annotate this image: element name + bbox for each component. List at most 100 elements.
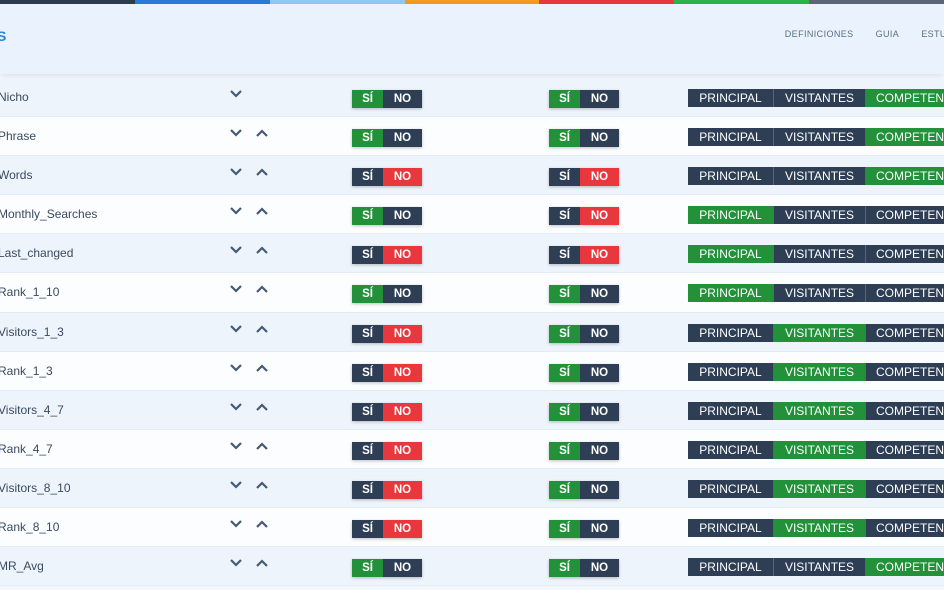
si-button[interactable]: SÍ xyxy=(549,324,580,343)
si-button[interactable]: SÍ xyxy=(352,324,383,343)
principal-button[interactable]: PRINCIPAL xyxy=(688,519,774,538)
principal-button[interactable]: PRINCIPAL xyxy=(688,245,774,264)
si-button[interactable]: SÍ xyxy=(549,363,580,382)
chevron-down-icon[interactable] xyxy=(229,87,243,101)
chevron-up-icon[interactable] xyxy=(255,204,269,218)
visitantes-button[interactable]: VISITANTES xyxy=(774,323,866,342)
si-button[interactable]: SÍ xyxy=(549,520,580,539)
no-button[interactable]: NO xyxy=(580,402,619,421)
no-button[interactable]: NO xyxy=(383,559,422,578)
chevron-up-icon[interactable] xyxy=(255,361,269,375)
no-button[interactable]: NO xyxy=(580,520,619,539)
no-button[interactable]: NO xyxy=(580,207,619,226)
chevron-down-icon[interactable] xyxy=(229,400,243,414)
no-button[interactable]: NO xyxy=(383,246,422,265)
chevron-up-icon[interactable] xyxy=(255,556,269,570)
visitantes-button[interactable]: VISITANTES xyxy=(774,245,866,264)
chevron-down-icon[interactable] xyxy=(229,165,243,179)
no-button[interactable]: NO xyxy=(580,559,619,578)
visitantes-button[interactable]: VISITANTES xyxy=(774,479,866,498)
nav-estudio[interactable]: ESTUDIO xyxy=(921,29,944,39)
chevron-up-icon[interactable] xyxy=(255,439,269,453)
principal-button[interactable]: PRINCIPAL xyxy=(688,167,774,186)
visitantes-button[interactable]: VISITANTES xyxy=(774,558,866,577)
competencia-button[interactable]: COMPETEN xyxy=(866,519,944,538)
chevron-down-icon[interactable] xyxy=(229,517,243,531)
chevron-down-icon[interactable] xyxy=(229,439,243,453)
no-button[interactable]: NO xyxy=(580,129,619,148)
visitantes-button[interactable]: VISITANTES xyxy=(774,128,866,147)
si-button[interactable]: SÍ xyxy=(549,559,580,578)
chevron-down-icon[interactable] xyxy=(229,126,243,140)
si-button[interactable]: SÍ xyxy=(549,129,580,148)
no-button[interactable]: NO xyxy=(383,363,422,382)
no-button[interactable]: NO xyxy=(383,480,422,499)
competencia-button[interactable]: COMPETEN xyxy=(866,245,944,264)
visitantes-button[interactable]: VISITANTES xyxy=(774,167,866,186)
si-button[interactable]: SÍ xyxy=(352,520,383,539)
principal-button[interactable]: PRINCIPAL xyxy=(688,206,774,225)
si-button[interactable]: SÍ xyxy=(549,480,580,499)
no-button[interactable]: NO xyxy=(580,441,619,460)
chevron-down-icon[interactable] xyxy=(229,243,243,257)
nav-definiciones[interactable]: DEFINICIONES xyxy=(785,29,854,39)
principal-button[interactable]: PRINCIPAL xyxy=(688,284,774,303)
si-button[interactable]: SÍ xyxy=(549,90,580,108)
chevron-up-icon[interactable] xyxy=(255,322,269,336)
chevron-up-icon[interactable] xyxy=(255,126,269,140)
visitantes-button[interactable]: VISITANTES xyxy=(774,362,866,381)
no-button[interactable]: NO xyxy=(383,285,422,304)
no-button[interactable]: NO xyxy=(383,90,422,108)
no-button[interactable]: NO xyxy=(383,168,422,187)
visitantes-button[interactable]: VISITANTES xyxy=(774,519,866,538)
principal-button[interactable]: PRINCIPAL xyxy=(688,128,774,147)
principal-button[interactable]: PRINCIPAL xyxy=(688,323,774,342)
chevron-up-icon[interactable] xyxy=(255,517,269,531)
si-button[interactable]: SÍ xyxy=(352,363,383,382)
no-button[interactable]: NO xyxy=(580,324,619,343)
no-button[interactable]: NO xyxy=(580,246,619,265)
competencia-button[interactable]: COMPETEN xyxy=(866,167,944,186)
visitantes-button[interactable]: VISITANTES xyxy=(774,89,866,107)
principal-button[interactable]: PRINCIPAL xyxy=(688,558,774,577)
no-button[interactable]: NO xyxy=(383,402,422,421)
principal-button[interactable]: PRINCIPAL xyxy=(688,89,774,107)
si-button[interactable]: SÍ xyxy=(352,129,383,148)
si-button[interactable]: SÍ xyxy=(352,480,383,499)
no-button[interactable]: NO xyxy=(580,285,619,304)
competencia-button[interactable]: COMPETEN xyxy=(866,440,944,459)
no-button[interactable]: NO xyxy=(383,129,422,148)
no-button[interactable]: NO xyxy=(580,363,619,382)
visitantes-button[interactable]: VISITANTES xyxy=(774,284,866,303)
si-button[interactable]: SÍ xyxy=(352,441,383,460)
chevron-down-icon[interactable] xyxy=(229,361,243,375)
chevron-down-icon[interactable] xyxy=(229,204,243,218)
no-button[interactable]: NO xyxy=(383,441,422,460)
si-button[interactable]: SÍ xyxy=(549,402,580,421)
chevron-up-icon[interactable] xyxy=(255,400,269,414)
competencia-button[interactable]: COMPETEN xyxy=(866,479,944,498)
nav-guia[interactable]: GUIA xyxy=(876,29,900,39)
no-button[interactable]: NO xyxy=(383,324,422,343)
visitantes-button[interactable]: VISITANTES xyxy=(774,440,866,459)
si-button[interactable]: SÍ xyxy=(352,207,383,226)
si-button[interactable]: SÍ xyxy=(549,441,580,460)
si-button[interactable]: SÍ xyxy=(352,285,383,304)
si-button[interactable]: SÍ xyxy=(549,246,580,265)
principal-button[interactable]: PRINCIPAL xyxy=(688,401,774,420)
no-button[interactable]: NO xyxy=(580,480,619,499)
competencia-button[interactable]: COMPETEN xyxy=(866,401,944,420)
chevron-up-icon[interactable] xyxy=(255,243,269,257)
si-button[interactable]: SÍ xyxy=(549,207,580,226)
competencia-button[interactable]: COMPETEN xyxy=(866,284,944,303)
no-button[interactable]: NO xyxy=(580,168,619,187)
visitantes-button[interactable]: VISITANTES xyxy=(774,401,866,420)
principal-button[interactable]: PRINCIPAL xyxy=(688,440,774,459)
competencia-button[interactable]: COMPETEN xyxy=(866,558,944,577)
no-button[interactable]: NO xyxy=(580,90,619,108)
si-button[interactable]: SÍ xyxy=(352,168,383,187)
principal-button[interactable]: PRINCIPAL xyxy=(688,362,774,381)
competencia-button[interactable]: COMPETEN xyxy=(866,206,944,225)
si-button[interactable]: SÍ xyxy=(352,90,383,108)
chevron-down-icon[interactable] xyxy=(229,556,243,570)
